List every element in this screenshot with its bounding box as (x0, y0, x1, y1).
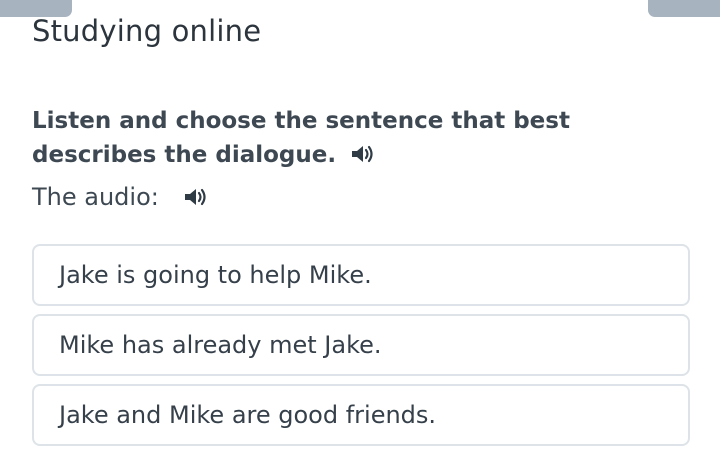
page-title: Studying online (32, 14, 262, 48)
audio-speaker-icon[interactable] (183, 186, 209, 208)
option-label: Jake and Mike are good friends. (59, 401, 437, 429)
answer-option[interactable]: Jake is going to help Mike. (32, 244, 690, 306)
audio-row: The audio: (32, 183, 209, 211)
tab-right[interactable] (648, 0, 720, 17)
instruction-text: Listen and choose the sentence that best… (32, 108, 570, 168)
option-label: Mike has already met Jake. (59, 331, 382, 359)
speaker-icon[interactable] (350, 143, 376, 165)
question-instruction: Listen and choose the sentence that best… (32, 104, 692, 172)
answer-option[interactable]: Jake and Mike are good friends. (32, 384, 690, 446)
audio-label: The audio: (32, 183, 159, 211)
option-label: Jake is going to help Mike. (59, 261, 372, 289)
answer-options: Jake is going to help Mike. Mike has alr… (32, 244, 690, 454)
answer-option[interactable]: Mike has already met Jake. (32, 314, 690, 376)
